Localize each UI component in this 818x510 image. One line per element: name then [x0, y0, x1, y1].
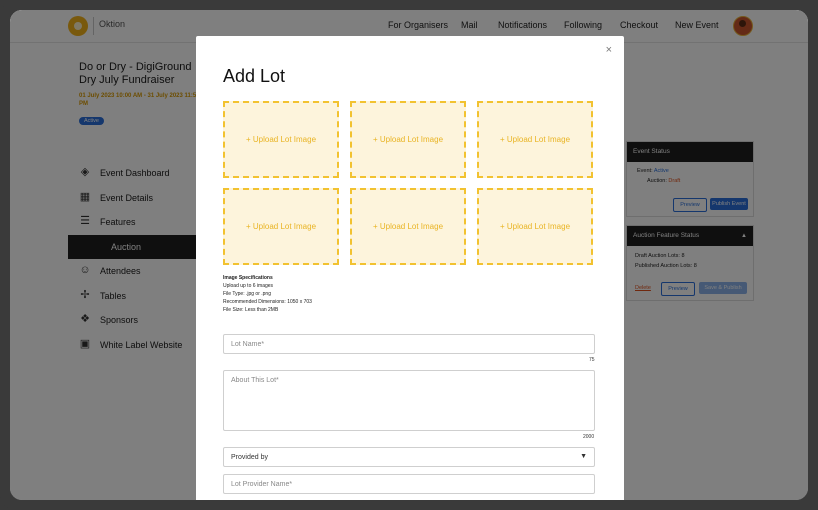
upload-label: + Upload Lot Image	[499, 135, 571, 144]
lot-name-placeholder: Lot Name*	[231, 341, 265, 348]
image-spec-line: Upload up to 6 images	[223, 283, 274, 289]
modal-title: Add Lot	[223, 66, 286, 86]
about-lot-field[interactable]: About This Lot*	[223, 370, 595, 431]
upload-label: + Upload Lot Image	[245, 135, 317, 144]
image-spec-title: Image Specifications	[223, 275, 273, 281]
upload-label: + Upload Lot Image	[499, 222, 571, 231]
upload-lot-image-3[interactable]: + Upload Lot Image	[477, 101, 593, 178]
image-spec-line: Recommended Dimensions: 1050 x 703	[223, 299, 312, 305]
lot-name-char-limit: 75	[589, 357, 595, 363]
image-spec-line: File Size: Less than 2MB	[223, 307, 279, 313]
lot-name-field[interactable]: Lot Name*	[223, 334, 595, 354]
device-frame: Oktion For Organisers Mail Notifications…	[0, 0, 818, 510]
about-lot-placeholder: About This Lot*	[231, 377, 279, 384]
about-lot-char-limit: 2000	[583, 434, 595, 440]
image-spec-line: File Type: .jpg or .png	[223, 291, 271, 297]
upload-lot-image-5[interactable]: + Upload Lot Image	[350, 188, 466, 265]
upload-lot-image-1[interactable]: + Upload Lot Image	[223, 101, 339, 178]
upload-label: + Upload Lot Image	[372, 135, 444, 144]
screen: Oktion For Organisers Mail Notifications…	[10, 10, 808, 500]
upload-label: + Upload Lot Image	[372, 222, 444, 231]
upload-lot-image-4[interactable]: + Upload Lot Image	[223, 188, 339, 265]
lot-provider-name-placeholder: Lot Provider Name*	[231, 481, 293, 488]
close-icon[interactable]: ×	[606, 44, 612, 56]
caret-down-icon: ▼	[580, 453, 587, 460]
provided-by-select[interactable]: Provided by ▼	[223, 447, 595, 467]
upload-lot-image-6[interactable]: + Upload Lot Image	[477, 188, 593, 265]
add-lot-modal: × Add Lot + Upload Lot Image + Upload Lo…	[196, 36, 624, 500]
upload-label: + Upload Lot Image	[245, 222, 317, 231]
provided-by-value: Provided by	[231, 454, 268, 461]
upload-lot-image-2[interactable]: + Upload Lot Image	[350, 101, 466, 178]
lot-provider-name-field[interactable]: Lot Provider Name*	[223, 474, 595, 494]
